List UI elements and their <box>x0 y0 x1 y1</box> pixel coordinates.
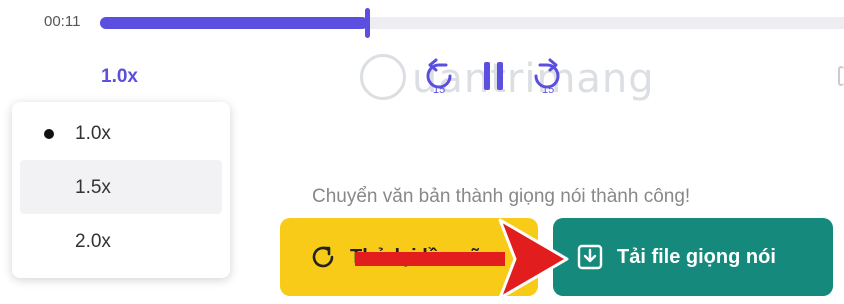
success-message: Chuyển văn bản thành giọng nói thành côn… <box>312 186 691 207</box>
refresh-icon <box>312 246 334 268</box>
retry-button[interactable]: Thử lại lần nữa <box>280 218 538 296</box>
speed-option-label: 1.0x <box>75 123 111 144</box>
forward-15-button[interactable]: 15 <box>526 56 566 96</box>
progress-thumb[interactable] <box>365 8 370 38</box>
retry-button-label: Thử lại lần nữa <box>350 245 495 268</box>
volume-control-edge[interactable] <box>838 66 844 86</box>
svg-text:15: 15 <box>542 84 554 96</box>
pause-icon <box>484 62 503 90</box>
rewind-15-button[interactable]: 15 <box>420 56 460 96</box>
speed-option-1x[interactable]: 1.0x <box>20 106 222 160</box>
forward-15-icon: 15 <box>534 58 560 96</box>
elapsed-time: 00:11 <box>44 13 81 30</box>
lightbulb-icon <box>360 54 406 100</box>
svg-text:15: 15 <box>433 84 445 96</box>
speed-option-1-5x[interactable]: 1.5x <box>20 160 222 214</box>
pause-button[interactable] <box>480 60 508 92</box>
playback-speed-toggle[interactable]: 1.0x <box>101 66 138 88</box>
download-button-label: Tải file giọng nói <box>617 245 776 268</box>
speed-option-label: 2.0x <box>75 231 111 252</box>
speed-option-2x[interactable]: 2.0x <box>20 214 222 268</box>
download-icon <box>577 244 603 270</box>
speed-dropdown-menu: 1.0x 1.5x 2.0x <box>12 102 230 278</box>
progress-fill <box>100 17 368 29</box>
selected-dot-icon <box>44 129 54 139</box>
download-audio-button[interactable]: Tải file giọng nói <box>553 218 833 296</box>
watermark-logo: uantrimang <box>360 50 660 110</box>
speed-option-label: 1.5x <box>75 177 111 198</box>
rewind-15-icon: 15 <box>426 58 452 96</box>
